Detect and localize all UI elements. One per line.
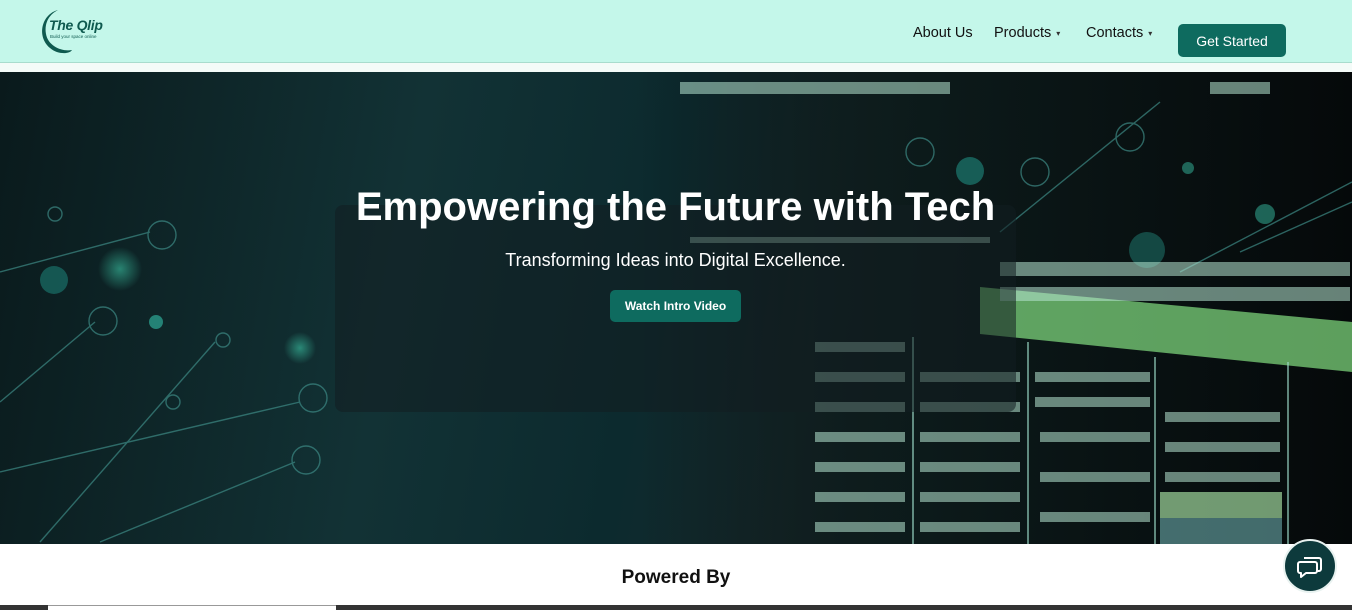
partner-logo-strip (336, 605, 1352, 610)
logo-tagline: Build your space online (50, 34, 97, 39)
chat-bubble-icon (1297, 557, 1322, 578)
logo-title: The Qlip (49, 17, 103, 33)
nav-about-us-label: About Us (913, 25, 973, 41)
chat-button[interactable] (1283, 539, 1337, 593)
caret-down-icon: ▾ (1148, 28, 1153, 38)
hero-subtitle: Transforming Ideas into Digital Excellen… (505, 250, 846, 270)
partner-logo-strip (48, 605, 336, 606)
header-divider (0, 63, 1352, 72)
partner-logo-strip (0, 605, 48, 610)
nav-contacts[interactable]: Contacts ▾ (1086, 24, 1152, 42)
logo[interactable]: The Qlip Build your space online (36, 6, 106, 56)
nav-products-label: Products (994, 25, 1052, 41)
nav-contacts-label: Contacts (1086, 25, 1144, 41)
get-started-button[interactable]: Get Started (1178, 24, 1286, 57)
powered-by-heading: Powered By (621, 567, 731, 588)
watch-intro-video-button[interactable]: Watch Intro Video (610, 290, 741, 322)
caret-down-icon: ▾ (1056, 28, 1061, 38)
site-header: The Qlip Build your space online About U… (0, 0, 1352, 63)
nav-about-us[interactable]: About Us (913, 24, 973, 42)
hero-title: Empowering the Future with Tech (355, 185, 996, 229)
nav-products[interactable]: Products ▾ (994, 24, 1060, 42)
